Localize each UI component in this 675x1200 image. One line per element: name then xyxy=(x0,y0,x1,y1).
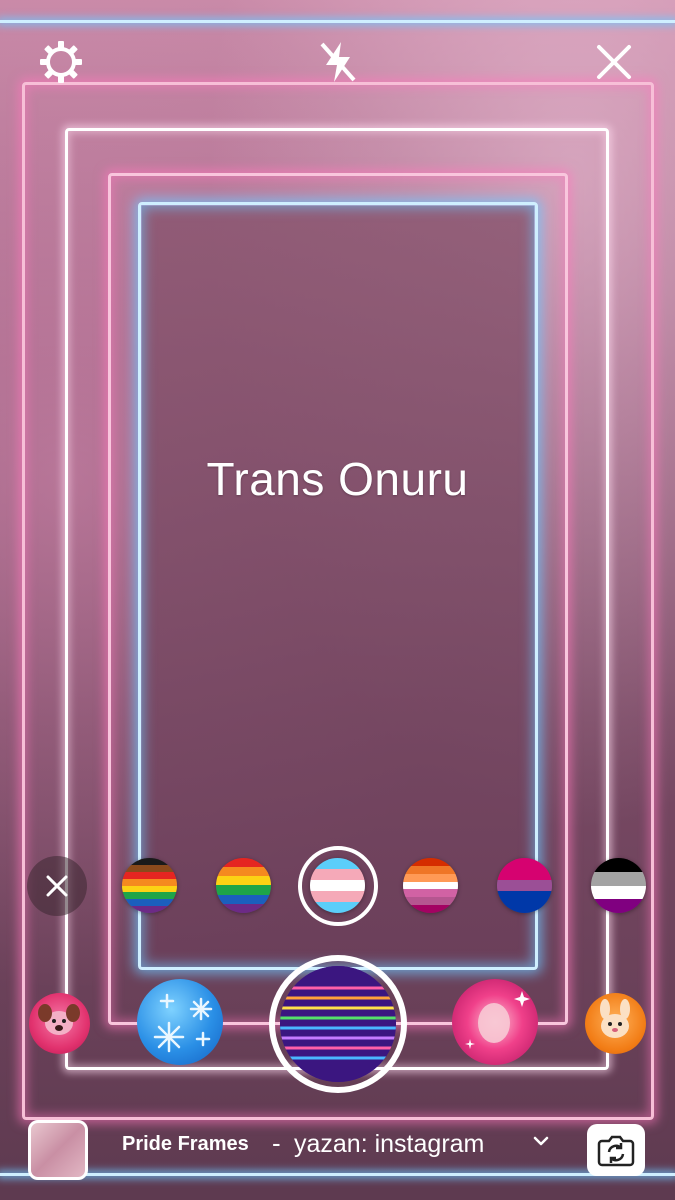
flag-stripe xyxy=(403,889,458,898)
flag-stripe xyxy=(216,894,271,904)
flag-lesbian[interactable] xyxy=(403,858,458,913)
close-icon xyxy=(46,875,68,897)
flag-stripe xyxy=(122,878,177,886)
flag-stripe xyxy=(122,885,177,893)
flag-stripe xyxy=(122,899,177,907)
flash-button[interactable] xyxy=(314,38,362,86)
flag-stripe xyxy=(216,867,271,877)
chevron-down-icon xyxy=(533,1136,549,1146)
effect-author[interactable]: yazan: instagram xyxy=(294,1130,484,1159)
flag-stripe xyxy=(403,865,458,874)
dog-face-icon xyxy=(38,1004,80,1035)
flag-rainbow[interactable] xyxy=(216,858,271,913)
flag-stripe xyxy=(403,881,458,890)
snowflake-effect[interactable] xyxy=(137,979,223,1065)
flag-stripe xyxy=(497,869,552,880)
flag-stripe xyxy=(122,871,177,879)
flag-bisexual[interactable] xyxy=(497,858,552,913)
close-button[interactable] xyxy=(590,38,638,86)
bunny-face-effect[interactable] xyxy=(585,993,646,1054)
neon-line-top xyxy=(0,20,675,23)
camera-flip-icon xyxy=(597,1135,635,1167)
selected-flag-ring xyxy=(298,846,378,926)
gear-icon xyxy=(40,41,82,83)
flag-stripe xyxy=(216,876,271,886)
flag-stripe xyxy=(403,873,458,882)
camera-flip-button[interactable] xyxy=(587,1124,645,1176)
capture-button[interactable] xyxy=(269,955,407,1093)
effect-separator: - xyxy=(272,1128,281,1158)
flash-off-icon xyxy=(320,42,356,82)
sparkle-icon xyxy=(465,991,530,1049)
effect-name[interactable]: Pride Frames xyxy=(122,1133,249,1156)
flag-stripe xyxy=(497,891,552,902)
glow-bubble-effect[interactable] xyxy=(452,979,538,1065)
flag-asexual[interactable] xyxy=(591,858,646,913)
flag-stripe xyxy=(216,885,271,895)
flag-stripe xyxy=(403,897,458,906)
flag-gilbert-baker[interactable] xyxy=(122,858,177,913)
close-icon xyxy=(597,45,631,79)
flag-stripe xyxy=(497,880,552,891)
neon-line-bottom xyxy=(0,1173,675,1176)
bunny-face-icon xyxy=(600,999,630,1038)
dog-face-effect[interactable] xyxy=(29,993,90,1054)
overlay-title: Trans Onuru xyxy=(206,453,469,505)
effect-menu-button[interactable] xyxy=(532,1134,550,1153)
settings-button[interactable] xyxy=(37,38,85,86)
gallery-thumbnail[interactable] xyxy=(28,1120,88,1180)
flag-stripe xyxy=(122,864,177,872)
snowflake-icon xyxy=(153,993,213,1053)
clear-flag-button[interactable] xyxy=(27,856,87,916)
flag-stripe xyxy=(122,892,177,900)
flag-stripe xyxy=(591,885,646,900)
flag-stripe xyxy=(591,871,646,886)
